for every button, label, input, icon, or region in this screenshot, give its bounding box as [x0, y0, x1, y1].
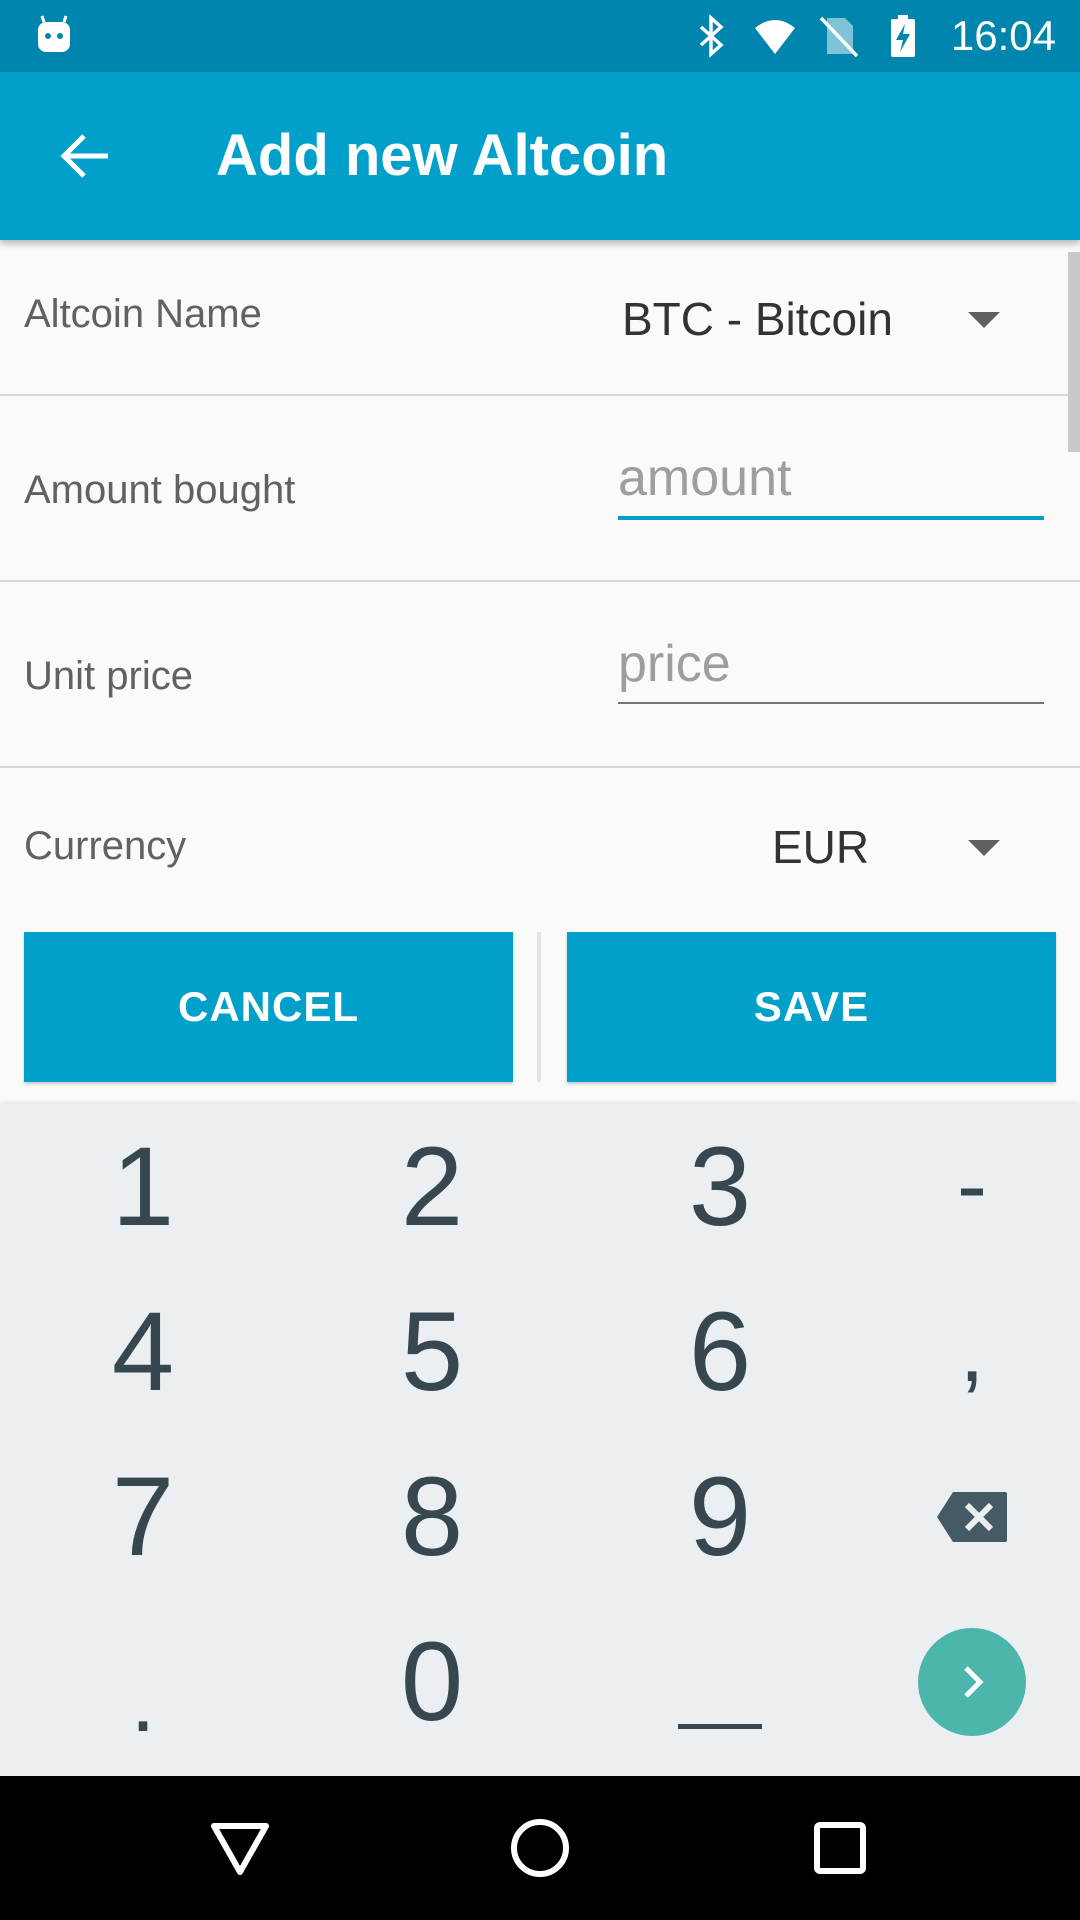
space-bar-icon: [678, 1724, 762, 1729]
scrollbar-thumb[interactable]: [1068, 252, 1080, 452]
page-title: Add new Altcoin: [216, 123, 669, 188]
nav-back-button[interactable]: [204, 1812, 276, 1884]
key-7[interactable]: 7: [8, 1434, 278, 1599]
key-9[interactable]: 9: [585, 1434, 855, 1599]
back-triangle-icon: [211, 1823, 269, 1875]
bluetooth-icon: [699, 14, 724, 58]
altcoin-name-dropdown[interactable]: BTC - Bitcoin: [600, 270, 1020, 366]
unit-price-row: Unit price: [0, 582, 1080, 768]
key-minus[interactable]: -: [837, 1104, 1080, 1269]
recents-square-icon: [814, 1822, 866, 1874]
key-4[interactable]: 4: [8, 1269, 278, 1434]
key-8[interactable]: 8: [297, 1434, 567, 1599]
key-period-label: .: [130, 1651, 156, 1751]
status-time: 16:04: [950, 12, 1056, 59]
unit-price-label: Unit price: [24, 654, 193, 698]
currency-value: EUR: [772, 821, 870, 873]
app-bar: Add new Altcoin: [0, 72, 1080, 240]
arrow-back-icon: [60, 134, 108, 178]
space-key[interactable]: [585, 1599, 855, 1764]
backspace-key[interactable]: [837, 1434, 1080, 1599]
screen: 16:04 Add new Altcoin Altcoin Name BTC -…: [0, 0, 1080, 1920]
price-input[interactable]: [618, 634, 1044, 704]
altcoin-name-value: BTC - Bitcoin: [622, 293, 893, 345]
key-period[interactable]: .: [8, 1599, 278, 1764]
currency-row: Currency EUR: [0, 768, 1080, 918]
key-2[interactable]: 2: [297, 1104, 567, 1269]
amount-row: Amount bought: [0, 396, 1080, 582]
chevron-right-icon: [964, 1665, 984, 1698]
backspace-icon: [937, 1491, 1007, 1542]
altcoin-name-label: Altcoin Name: [24, 292, 262, 336]
key-5[interactable]: 5: [297, 1269, 567, 1434]
key-comma[interactable]: ,: [837, 1269, 1080, 1434]
currency-label: Currency: [24, 824, 187, 868]
system-nav-bar: [0, 1776, 1080, 1920]
key-0[interactable]: 0: [297, 1599, 567, 1764]
chevron-down-icon: [968, 840, 1000, 856]
status-icons: 16:04: [689, 0, 1056, 72]
button-divider: [537, 932, 541, 1082]
key-6[interactable]: 6: [585, 1269, 855, 1434]
numeric-keyboard: 1 2 3 - 4 5 6 , 7 8 9 . 0: [0, 1104, 1080, 1776]
key-3[interactable]: 3: [585, 1104, 855, 1269]
altcoin-name-row: Altcoin Name BTC - Bitcoin: [0, 240, 1080, 396]
save-button[interactable]: SAVE: [567, 932, 1056, 1082]
battery-charging-icon: [890, 15, 915, 57]
android-notification-icon: [38, 15, 70, 52]
wifi-icon: [754, 20, 795, 54]
key-1[interactable]: 1: [8, 1104, 278, 1269]
amount-label: Amount bought: [24, 468, 296, 512]
cancel-button[interactable]: CANCEL: [24, 932, 513, 1082]
home-circle-icon: [511, 1819, 569, 1877]
currency-dropdown[interactable]: EUR: [740, 798, 1020, 894]
nav-home-button[interactable]: [504, 1812, 576, 1884]
back-button[interactable]: [44, 114, 128, 198]
amount-input[interactable]: [618, 448, 1044, 520]
nav-recents-button[interactable]: [804, 1812, 876, 1884]
go-button[interactable]: [918, 1627, 1026, 1736]
status-bar: 16:04: [0, 0, 1080, 72]
go-key[interactable]: [837, 1599, 1080, 1764]
chevron-down-icon: [968, 312, 1000, 328]
no-sim-icon: [819, 16, 859, 58]
